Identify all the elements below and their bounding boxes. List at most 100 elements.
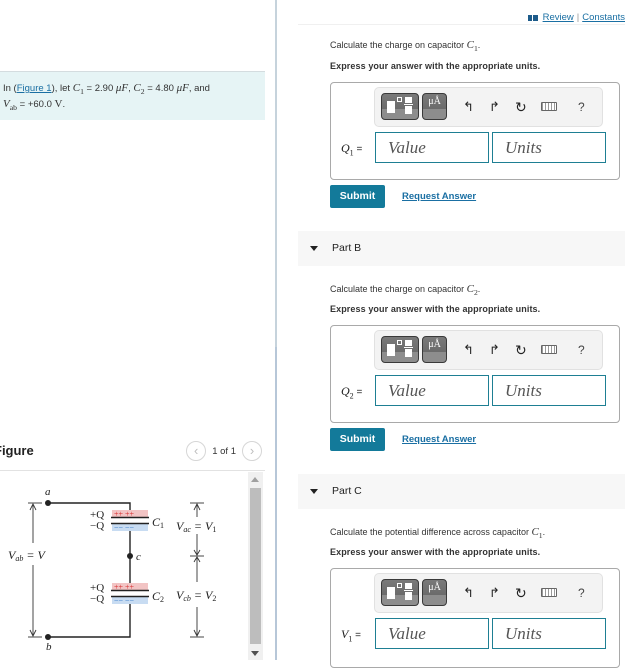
request-answer-link[interactable]: Request Answer — [402, 434, 476, 445]
keyboard-icon[interactable] — [541, 345, 557, 354]
math-toolbar: μÅ ↰ ↱ ↻ ? — [374, 87, 603, 127]
units-button[interactable]: μÅ — [422, 579, 447, 606]
template-icon — [387, 587, 395, 599]
part-b-instruction: Express your answer with the appropriate… — [330, 304, 541, 314]
undo-icon[interactable]: ↰ — [463, 99, 474, 115]
c1-value: = 2.90 — [83, 83, 116, 94]
label-c: c — [136, 551, 141, 563]
vab-symbol: Vab — [3, 98, 17, 113]
units-button[interactable]: μÅ — [422, 336, 447, 363]
figure-counter: 1 of 1 — [212, 445, 236, 457]
submit-button[interactable]: Submit — [330, 428, 385, 451]
vab-label: Vab = V — [8, 548, 46, 563]
vab-value: = +60.0 — [17, 99, 55, 111]
math-toolbar: μÅ ↰ ↱ ↻ ? — [374, 330, 603, 370]
vcb-label: Vcb = V2 — [176, 588, 216, 603]
template-icon — [387, 344, 395, 356]
node-c — [127, 553, 133, 559]
submit-button[interactable]: Submit — [330, 185, 385, 208]
part-b-question: Calculate the charge on capacitor C2. — [330, 283, 481, 298]
value-input[interactable] — [375, 375, 489, 406]
scroll-up-arrow-icon[interactable] — [251, 477, 259, 482]
keyboard-icon[interactable] — [541, 588, 557, 597]
answer-label-q2: Q2 = — [341, 384, 363, 401]
templates-button[interactable] — [381, 336, 419, 363]
figure-separator — [0, 470, 265, 471]
prev-figure-button[interactable]: ‹ — [186, 441, 207, 461]
templates-button[interactable] — [381, 579, 419, 606]
part-c-title: Part C — [332, 485, 362, 497]
redo-icon[interactable]: ↱ — [489, 99, 500, 115]
answer-label-q1: Q1 = — [341, 141, 363, 158]
templates-button[interactable] — [381, 93, 419, 120]
chevron-right-icon: › — [249, 443, 255, 458]
review-link[interactable]: Review — [543, 12, 574, 23]
vab-dimension — [28, 502, 42, 638]
redo-icon[interactable]: ↱ — [489, 342, 500, 358]
next-figure-button[interactable]: › — [242, 441, 262, 461]
problem-text: . — [62, 99, 66, 111]
figure-title: Figure — [0, 443, 34, 458]
capacitor-c1: ++ ++ −− −− +Q −Q C1 — [90, 509, 164, 532]
keyboard-icon[interactable] — [541, 102, 557, 111]
units-input[interactable] — [492, 618, 606, 649]
reset-icon[interactable]: ↻ — [515, 342, 527, 358]
part-c-question: Calculate the potential difference acros… — [330, 526, 546, 541]
c2-symbol: C2 — [133, 82, 145, 97]
figure-scrollbar[interactable] — [248, 472, 263, 660]
part-b-header[interactable]: Part B — [298, 231, 625, 266]
units-input[interactable] — [492, 375, 606, 406]
reset-icon[interactable]: ↻ — [515, 99, 527, 115]
part-b-title: Part B — [332, 242, 362, 254]
value-input[interactable] — [375, 618, 489, 649]
help-icon[interactable]: ? — [578, 585, 585, 601]
redo-icon[interactable]: ↱ — [489, 585, 500, 601]
c1-symbol: C1 — [72, 82, 84, 97]
help-icon[interactable]: ? — [578, 99, 585, 115]
figure-link[interactable]: Figure 1 — [17, 83, 52, 94]
caret-down-icon — [310, 246, 318, 251]
units-input[interactable] — [492, 132, 606, 163]
chevron-left-icon: ‹ — [194, 443, 199, 458]
undo-icon[interactable]: ↰ — [463, 342, 474, 358]
figure-image: ++ ++ −− −− +Q −Q C1 ++ ++ −− −− +Q −Q C… — [0, 472, 248, 660]
c2-label: C2 — [152, 589, 164, 604]
minus-charges: −− −− — [114, 596, 135, 605]
capacitor-c2: ++ ++ −− −− +Q −Q C2 — [90, 582, 164, 605]
plus-charges: ++ ++ — [114, 583, 135, 592]
answer-label-v1: V1 = — [341, 627, 361, 644]
node-b — [45, 634, 51, 640]
header-separator — [298, 24, 625, 25]
constants-link[interactable]: Constants — [582, 12, 625, 23]
vac-label: Vac = V1 — [176, 519, 216, 534]
circuit-diagram: ++ ++ −− −− +Q −Q C1 ++ ++ −− −− +Q −Q C… — [8, 486, 216, 653]
part-c-header[interactable]: Part C — [298, 474, 625, 509]
minus-q-label: −Q — [90, 520, 104, 532]
problem-text: , and — [188, 83, 210, 94]
plus-charges: ++ ++ — [114, 510, 135, 519]
template-icon — [387, 101, 395, 113]
minus-q-label: −Q — [90, 593, 104, 605]
help-icon[interactable]: ? — [578, 342, 585, 358]
node-a — [45, 500, 51, 506]
request-answer-link[interactable]: Request Answer — [402, 191, 476, 202]
reset-icon[interactable]: ↻ — [515, 585, 527, 601]
problem-text: ), let — [51, 83, 73, 94]
label-a: a — [45, 486, 51, 498]
part-a-question: Calculate the charge on capacitor C1. — [330, 39, 481, 54]
pane-divider-lower — [275, 347, 277, 660]
caret-down-icon — [310, 489, 318, 494]
c2-unit: μF — [176, 82, 189, 94]
part-a-instruction: Express your answer with the appropriate… — [330, 61, 541, 71]
problem-text: In ( — [3, 83, 17, 94]
scroll-thumb[interactable] — [250, 488, 261, 644]
units-button[interactable]: μÅ — [422, 93, 447, 120]
value-input[interactable] — [375, 132, 489, 163]
c1-unit: μF — [115, 82, 129, 94]
top-links: Review | Constants — [527, 12, 625, 23]
link-separator: | — [576, 12, 580, 23]
problem-pane: In (Figure 1), let C1 = 2.90 μF, C2 = 4.… — [0, 0, 276, 660]
part-c-answer-box: μÅ ↰ ↱ ↻ ? V1 = — [330, 568, 620, 668]
undo-icon[interactable]: ↰ — [463, 585, 474, 601]
scroll-down-arrow-icon[interactable] — [251, 651, 259, 656]
